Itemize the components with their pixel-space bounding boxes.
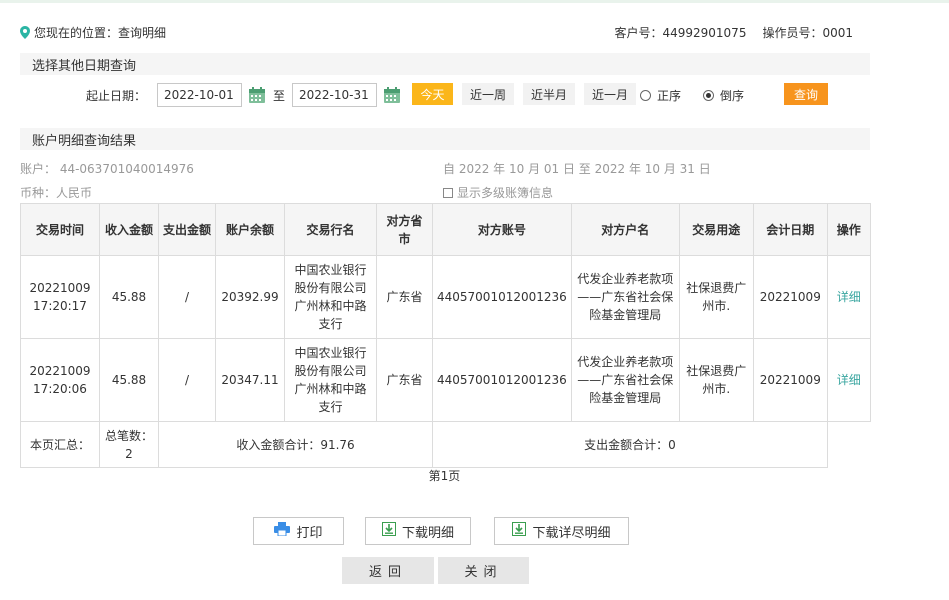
multi-ledger-checkbox[interactable] [443, 187, 453, 198]
cell-counterparty: 代发企业养老款项——广东省社会保险基金管理局 [570, 255, 680, 339]
cell-income: 45.88 [99, 338, 159, 422]
operator-id: 操作员号：0001 [762, 25, 853, 40]
top-border [0, 0, 949, 3]
col-header: 支出金额 [158, 203, 216, 256]
cell-income: 45.88 [99, 255, 159, 339]
results-section-title: 账户明细查询结果 [20, 128, 870, 150]
cell-counterparty: 代发企业养老款项——广东省社会保险基金管理局 [570, 338, 680, 422]
download-full-label: 下载详尽明细 [532, 525, 611, 541]
print-label: 打印 [296, 525, 323, 541]
col-header: 交易行名 [284, 203, 377, 256]
download-detail-label: 下载明细 [401, 525, 454, 541]
customer-id: 客户号：44992901075 [614, 25, 747, 40]
printer-icon [274, 522, 291, 540]
page-number: 第1页 [428, 469, 461, 483]
cell-accounting-date: 20221009 [752, 255, 828, 339]
col-header: 对方账号 [432, 203, 572, 256]
radio-circle-selected[interactable] [703, 90, 714, 101]
detail-link[interactable]: 详细 [826, 255, 871, 339]
order-asc-radio[interactable]: 正序 [640, 87, 681, 104]
last-month-button[interactable]: 近一月 [584, 83, 636, 105]
col-header: 对方省市 [376, 203, 433, 256]
cell-bank: 中国农业银行股份有限公司广州林和中路支行 [284, 338, 377, 422]
download-icon [381, 522, 396, 540]
cell-balance: 20347.11 [215, 338, 285, 422]
date-range-text: 自 2022 年 10 月 01 日 至 2022 年 10 月 31 日 [443, 162, 711, 176]
end-date-input[interactable]: 2022-10-31 [292, 83, 377, 107]
account-number: 账户： 44-063701040014976 [20, 162, 194, 176]
location-pin-icon [20, 25, 30, 39]
table-row: 20221009 17:20:06 45.88 / 20347.11 中国农业银… [20, 338, 871, 422]
filter-section-title: 选择其他日期查询 [20, 53, 870, 75]
date-filter-row: 起止日期： 2022-10-01 至 2022-10-31 今天 近一周 近半月… [0, 82, 949, 108]
order-desc-label: 倒序 [720, 89, 745, 103]
col-header: 账户余额 [215, 203, 285, 256]
multi-ledger-label: 显示多级账簿信息 [457, 186, 554, 200]
cell-expense: / [158, 338, 216, 422]
col-header: 交易用途 [678, 203, 754, 256]
multi-ledger-toggle[interactable]: 显示多级账簿信息 [443, 184, 553, 201]
calendar-icon[interactable] [383, 86, 401, 104]
summary-income-total: 收入金额合计：91.76 [158, 421, 433, 468]
query-button[interactable]: 查询 [784, 83, 828, 105]
cell-bank: 中国农业银行股份有限公司广州林和中路支行 [284, 255, 377, 339]
cell-purpose: 社保退费广州市. [678, 255, 754, 339]
col-header: 对方户名 [570, 203, 680, 256]
table-header-row: 交易时间 收入金额 支出金额 账户余额 交易行名 对方省市 对方账号 对方户名 … [20, 203, 871, 256]
download-full-button[interactable]: 下载详尽明细 [494, 517, 629, 545]
transaction-table: 交易时间 收入金额 支出金额 账户余额 交易行名 对方省市 对方账号 对方户名 … [20, 203, 871, 468]
download-icon [512, 522, 527, 540]
date-range-label: 起止日期： [86, 89, 147, 103]
col-header: 收入金额 [99, 203, 159, 256]
cell-time: 20221009 17:20:06 [20, 338, 100, 422]
cell-expense: / [158, 255, 216, 339]
table-row: 20221009 17:20:17 45.88 / 20392.99 中国农业银… [20, 255, 871, 339]
cell-account: 44057001012001236 [432, 338, 572, 422]
cell-purpose: 社保退费广州市. [678, 338, 754, 422]
today-button[interactable]: 今天 [412, 83, 453, 105]
to-label: 至 [273, 89, 286, 103]
cell-province: 广东省 [376, 338, 433, 422]
back-button[interactable]: 返回 [342, 557, 434, 584]
cell-balance: 20392.99 [215, 255, 285, 339]
calendar-icon[interactable] [248, 86, 266, 104]
order-asc-label: 正序 [657, 89, 682, 103]
start-date-input[interactable]: 2022-10-01 [157, 83, 242, 107]
cell-accounting-date: 20221009 [752, 338, 828, 422]
close-button[interactable]: 关闭 [438, 557, 529, 584]
summary-count: 总笔数：2 [99, 421, 159, 468]
detail-link[interactable]: 详细 [826, 338, 871, 422]
order-desc-radio[interactable]: 倒序 [703, 87, 744, 104]
cell-time: 20221009 17:20:17 [20, 255, 100, 339]
summary-expense-total: 支出金额合计：0 [432, 421, 828, 468]
cell-account: 44057001012001236 [432, 255, 572, 339]
radio-circle[interactable] [640, 90, 651, 101]
last-half-month-button[interactable]: 近半月 [523, 83, 575, 105]
breadcrumb: 您现在的位置：查询明细 [20, 22, 166, 42]
customer-info: 客户号：44992901075 操作员号：0001 [614, 22, 853, 42]
col-header: 会计日期 [752, 203, 828, 256]
last-week-button[interactable]: 近一周 [462, 83, 514, 105]
download-detail-button[interactable]: 下载明细 [365, 517, 471, 545]
currency: 币种：人民币 [20, 186, 93, 200]
location-label: 您现在的位置：查询明细 [34, 25, 167, 40]
summary-label: 本页汇总： [20, 421, 100, 468]
col-header: 操作 [826, 203, 871, 256]
col-header: 交易时间 [20, 203, 100, 256]
cell-province: 广东省 [376, 255, 433, 339]
summary-row: 本页汇总： 总笔数：2 收入金额合计：91.76 支出金额合计：0 [20, 421, 871, 468]
print-button[interactable]: 打印 [253, 517, 344, 545]
summary-empty-cell [826, 421, 871, 468]
